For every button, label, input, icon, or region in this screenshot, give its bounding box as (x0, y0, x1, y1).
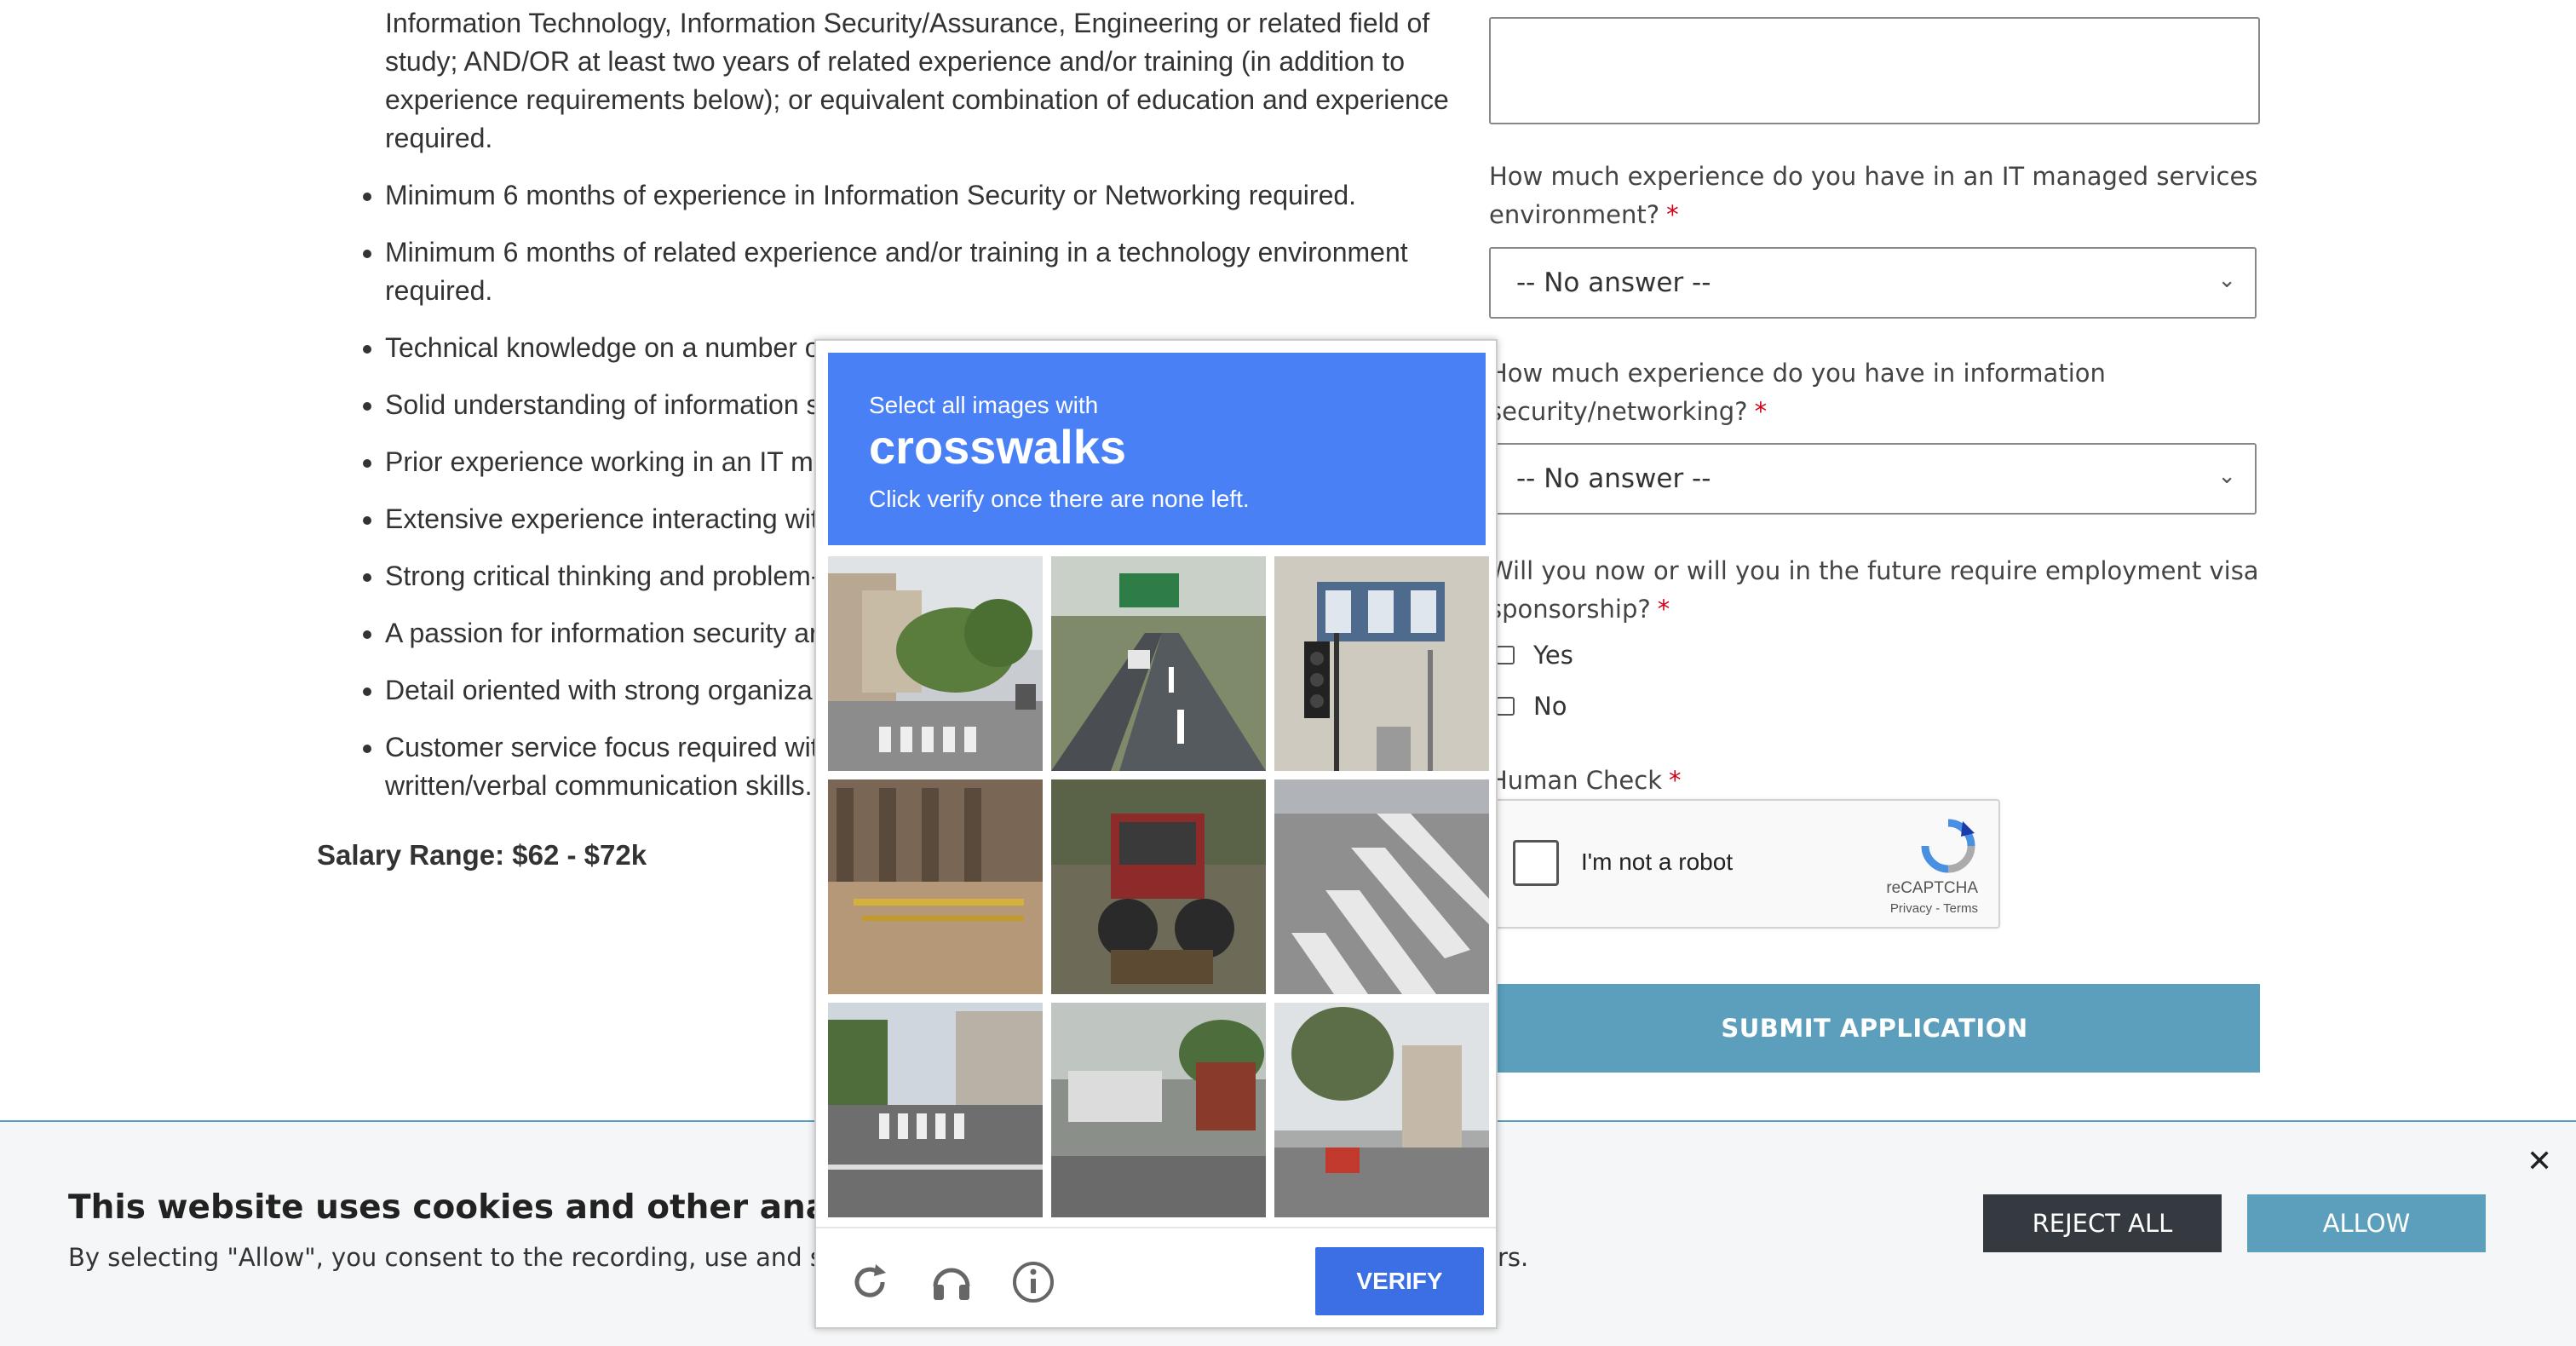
tile-crosswalk-closeup[interactable] (1274, 779, 1489, 994)
challenge-target: crosswalks (869, 420, 1126, 474)
tile-intersection-crosswalk[interactable] (828, 1003, 1043, 1217)
street-crosswalk-image (828, 556, 1043, 771)
reload-icon[interactable] (847, 1259, 893, 1305)
salary-range: Salary Range: $62 - $72k (317, 839, 647, 871)
challenge-header: Select all images with crosswalks Click … (828, 353, 1486, 545)
list-item: Customer service focus required wit writ… (385, 728, 828, 805)
required-marker: * (1669, 766, 1682, 795)
chevron-down-icon: ⌄ (2217, 267, 2236, 293)
challenge-instruction: Select all images with (869, 392, 1099, 418)
select-value: -- No answer -- (1516, 463, 1711, 494)
bicycle-rack-image (828, 779, 1043, 994)
previous-answer-textarea[interactable] (1489, 17, 2260, 124)
recaptcha-widget: I'm not a robot reCAPTCHA Privacy - Term… (1489, 799, 2000, 929)
checkbox[interactable] (1496, 697, 1515, 716)
visa-option-yes[interactable]: Yes (1496, 641, 1573, 670)
tile-tractor[interactable] (1051, 779, 1266, 994)
recaptcha-terms-link[interactable]: Privacy - Terms (1890, 901, 1978, 916)
crosswalk-closeup-image (1274, 779, 1489, 994)
allow-button[interactable]: ALLOW (2247, 1194, 2486, 1252)
tile-street-with-crosswalk[interactable] (828, 556, 1043, 771)
chevron-down-icon: ⌄ (2217, 463, 2236, 489)
select-value: -- No answer -- (1516, 267, 1711, 298)
recaptcha-label: I'm not a robot (1581, 848, 1734, 875)
verify-button[interactable]: VERIFY (1315, 1247, 1484, 1315)
tile-bicycle-rack[interactable] (828, 779, 1043, 994)
tile-street-with-bus[interactable] (1051, 1003, 1266, 1217)
highway-image (1051, 556, 1266, 771)
recaptcha-logo-icon (1921, 819, 1975, 873)
audio-icon[interactable] (929, 1259, 975, 1305)
challenge-hint: Click verify once there are none left. (869, 486, 1250, 512)
question-visa-label: Will you now or will you in the future r… (1489, 556, 2259, 624)
checkbox[interactable] (1496, 646, 1515, 664)
cookie-banner-text-tail: rs. (1498, 1243, 1529, 1272)
tile-highway-road[interactable] (1051, 556, 1266, 771)
it-managed-experience-select[interactable]: -- No answer -- ⌄ (1489, 247, 2257, 319)
tile-traffic-light-building[interactable] (1274, 556, 1489, 771)
tractor-image (1051, 779, 1266, 994)
close-icon[interactable]: ✕ (2527, 1144, 2552, 1179)
tile-street-with-trees[interactable] (1274, 1003, 1489, 1217)
required-marker: * (1666, 200, 1679, 229)
required-marker: * (1754, 397, 1768, 426)
list-item: Associate's Degree or equivalent from tw… (385, 0, 1450, 158)
info-icon[interactable] (1010, 1259, 1056, 1305)
street-bus-image (1051, 1003, 1266, 1217)
question-it-managed-label: How much experience do you have in an IT… (1489, 162, 2258, 229)
challenge-footer: VERIFY (816, 1227, 1496, 1329)
cookie-banner-text: By selecting "Allow", you consent to the… (68, 1243, 902, 1272)
street-trees-image (1274, 1003, 1489, 1217)
submit-application-button[interactable]: SUBMIT APPLICATION (1489, 984, 2260, 1073)
human-check-label: Human Check * (1489, 766, 1682, 795)
recaptcha-checkbox[interactable] (1513, 840, 1559, 886)
list-item: Minimum 6 months of related experience a… (385, 233, 1450, 310)
required-marker: * (1657, 595, 1670, 624)
traffic-light-image (1274, 556, 1489, 771)
recaptcha-brand: reCAPTCHA (1886, 879, 1978, 897)
reject-all-button[interactable]: REJECT ALL (1983, 1194, 2222, 1252)
visa-option-no[interactable]: No (1496, 692, 1567, 721)
intersection-image (828, 1003, 1043, 1217)
question-security-label: How much experience do you have in infor… (1489, 359, 2106, 426)
security-experience-select[interactable]: -- No answer -- ⌄ (1489, 443, 2257, 515)
recaptcha-challenge-popup: Select all images with crosswalks Click … (814, 339, 1498, 1329)
list-item: Minimum 6 months of experience in Inform… (385, 176, 1423, 215)
